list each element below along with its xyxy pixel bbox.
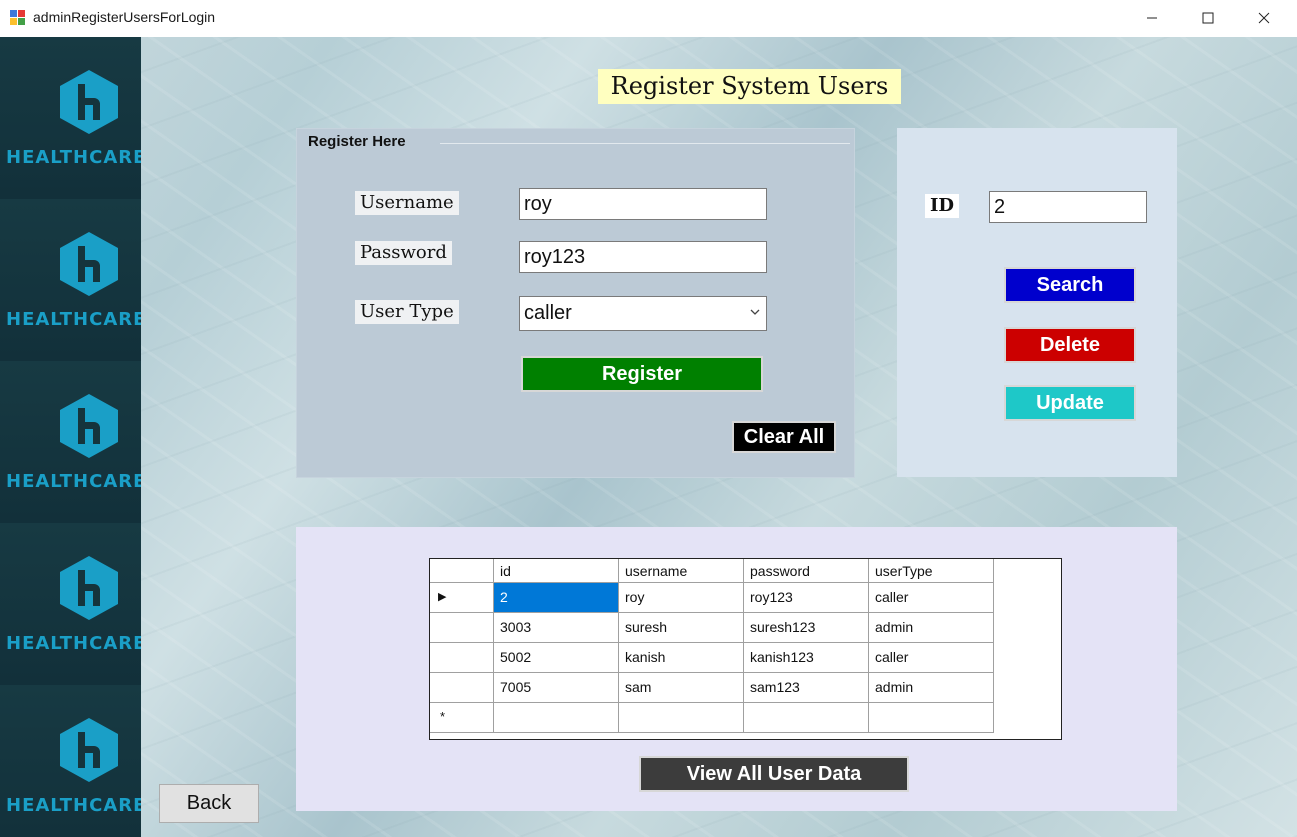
- grid-cell-new[interactable]: [744, 703, 869, 733]
- window-title: adminRegisterUsersForLogin: [33, 9, 216, 25]
- row-header-new[interactable]: *: [430, 703, 494, 733]
- healthcare-brand-text: HEALTHCARE: [6, 471, 141, 492]
- grid-cell-selected[interactable]: 2: [494, 583, 619, 613]
- update-button[interactable]: Update: [1004, 385, 1136, 421]
- healthcare-logo-tile: HEALTHCARE: [0, 37, 141, 200]
- healthcare-logo-icon: [60, 232, 118, 296]
- password-label: Password: [355, 241, 452, 265]
- groupbox-border-line: [440, 143, 850, 144]
- username-input[interactable]: roy: [519, 188, 767, 220]
- grid-cell[interactable]: admin: [869, 613, 994, 643]
- grid-cell[interactable]: sam: [619, 673, 744, 703]
- grid-cell[interactable]: sam123: [744, 673, 869, 703]
- healthcare-brand-text: HEALTHCARE: [6, 795, 141, 816]
- grid-cell[interactable]: 7005: [494, 673, 619, 703]
- view-all-user-data-button[interactable]: View All User Data: [639, 756, 909, 792]
- grid-cell[interactable]: caller: [869, 643, 994, 673]
- users-datagrid[interactable]: id username password userType ▶ 2 roy ro…: [429, 558, 1062, 740]
- grid-cell[interactable]: roy123: [744, 583, 869, 613]
- row-header[interactable]: [430, 673, 494, 703]
- grid-cell[interactable]: admin: [869, 673, 994, 703]
- window-titlebar: adminRegisterUsersForLogin: [0, 0, 1297, 36]
- delete-button[interactable]: Delete: [1004, 327, 1136, 363]
- register-legend: Register Here: [308, 133, 406, 150]
- grid-cell-new[interactable]: [869, 703, 994, 733]
- grid-cell[interactable]: suresh: [619, 613, 744, 643]
- clear-all-button[interactable]: Clear All: [732, 421, 836, 453]
- page-title: Register System Users: [598, 69, 901, 104]
- chevron-down-icon: [750, 309, 760, 315]
- back-button[interactable]: Back: [159, 784, 259, 823]
- grid-cell[interactable]: 3003: [494, 613, 619, 643]
- grid-cell[interactable]: kanish123: [744, 643, 869, 673]
- grid-corner-header: [430, 559, 494, 583]
- healthcare-logo-icon: [60, 70, 118, 134]
- usertype-label: User Type: [355, 300, 459, 324]
- usertype-select[interactable]: caller: [519, 296, 767, 331]
- healthcare-logo-tile: HEALTHCARE: [0, 523, 141, 686]
- user-data-panel: id username password userType ▶ 2 roy ro…: [296, 527, 1177, 811]
- healthcare-logo-tile: HEALTHCARE: [0, 685, 141, 837]
- search-button[interactable]: Search: [1004, 267, 1136, 303]
- grid-cell[interactable]: kanish: [619, 643, 744, 673]
- minimize-icon: [1147, 17, 1157, 19]
- grid-column-header[interactable]: id: [494, 559, 619, 583]
- close-icon: [1258, 12, 1270, 24]
- maximize-button[interactable]: [1185, 0, 1231, 36]
- grid-cell[interactable]: 5002: [494, 643, 619, 673]
- grid-column-header[interactable]: username: [619, 559, 744, 583]
- id-actions-panel: ID 2 Search Delete Update: [897, 128, 1177, 477]
- grid-column-header[interactable]: userType: [869, 559, 994, 583]
- healthcare-logo-icon: [60, 394, 118, 458]
- grid-cell[interactable]: suresh123: [744, 613, 869, 643]
- healthcare-brand-text: HEALTHCARE: [6, 147, 141, 168]
- username-label: Username: [355, 191, 459, 215]
- healthcare-brand-text: HEALTHCARE: [6, 633, 141, 654]
- grid-cell-new[interactable]: [619, 703, 744, 733]
- close-button[interactable]: [1241, 0, 1287, 36]
- row-header[interactable]: [430, 643, 494, 673]
- grid-cell[interactable]: roy: [619, 583, 744, 613]
- row-header[interactable]: [430, 613, 494, 643]
- healthcare-logo-icon: [60, 718, 118, 782]
- id-label: ID: [925, 194, 960, 218]
- grid-cell[interactable]: caller: [869, 583, 994, 613]
- healthcare-logo-icon: [60, 556, 118, 620]
- register-button[interactable]: Register: [521, 356, 763, 392]
- grid-cell-new[interactable]: [494, 703, 619, 733]
- maximize-icon: [1202, 12, 1214, 24]
- password-input[interactable]: roy123: [519, 241, 767, 273]
- form-client-area: HEALTHCARE HEALTHCARE HEALTHCARE HEALTHC…: [0, 37, 1297, 837]
- usertype-selected-value: caller: [524, 302, 572, 324]
- healthcare-brand-text: HEALTHCARE: [6, 309, 141, 330]
- healthcare-logo-tile: HEALTHCARE: [0, 199, 141, 362]
- app-icon: [10, 10, 26, 26]
- sidebar: HEALTHCARE HEALTHCARE HEALTHCARE HEALTHC…: [0, 37, 141, 837]
- healthcare-logo-tile: HEALTHCARE: [0, 361, 141, 524]
- grid-column-header[interactable]: password: [744, 559, 869, 583]
- register-groupbox: Register Here Username roy Password roy1…: [296, 128, 855, 478]
- minimize-button[interactable]: [1129, 0, 1175, 36]
- row-header-current[interactable]: ▶: [430, 583, 494, 613]
- id-input[interactable]: 2: [989, 191, 1147, 223]
